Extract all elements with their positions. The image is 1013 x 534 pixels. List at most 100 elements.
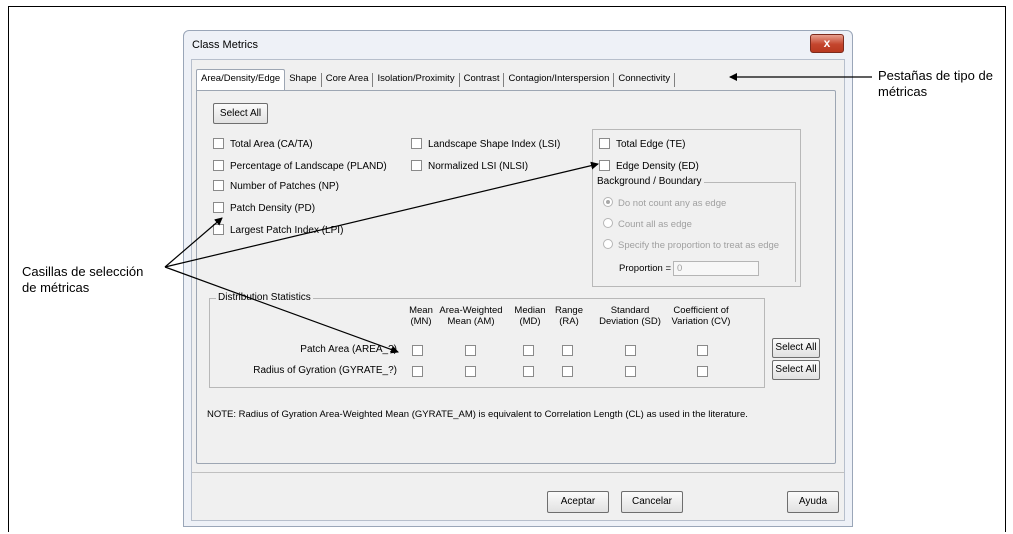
- tab-separator: [674, 73, 676, 87]
- radio-dot[interactable]: [603, 239, 613, 250]
- row-label-patch-area: Patch Area (AREA_?): [300, 344, 397, 355]
- column-header-area-weighted-mean: Area-Weighted Mean (AM): [438, 305, 504, 327]
- checkbox-area-md[interactable]: [523, 345, 534, 356]
- checkbox-label: Total Edge (TE): [616, 139, 686, 150]
- checkbox-box[interactable]: [599, 159, 610, 171]
- checkbox-gyrate-ra[interactable]: [562, 366, 573, 377]
- checkbox-callout: Casillas de selección de métricas: [22, 264, 143, 296]
- checkbox-label: Percentage of Landscape (PLAND): [230, 161, 387, 172]
- checkbox-area-am[interactable]: [465, 345, 476, 356]
- header-line: Mean: [409, 305, 433, 316]
- proportion-label: Proportion =: [619, 263, 672, 274]
- radio-label: Count all as edge: [618, 219, 692, 230]
- checkbox-label: Total Area (CA/TA): [230, 139, 313, 150]
- checkbox-pd[interactable]: Patch Density (PD): [213, 201, 316, 216]
- tab-core-area[interactable]: Core Area: [322, 70, 373, 89]
- tab-contagion-interspersion[interactable]: Contagion/Interspersion: [504, 70, 613, 89]
- tab-connectivity[interactable]: Connectivity: [614, 70, 674, 89]
- header-line: Standard: [610, 305, 650, 316]
- checkbox-label: Landscape Shape Index (LSI): [428, 139, 561, 150]
- dialog-client: Area/Density/Edge Shape Core Area Isolat…: [191, 59, 845, 521]
- help-button[interactable]: Ayuda: [787, 491, 839, 513]
- header-line: Mean (AM): [447, 316, 495, 327]
- accept-button[interactable]: Aceptar: [547, 491, 609, 513]
- radio-label: Specify the proportion to treat as edge: [618, 240, 780, 251]
- checkbox-box[interactable]: [411, 137, 422, 149]
- checkbox-box[interactable]: [213, 201, 224, 213]
- checkbox-nlsi[interactable]: Normalized LSI (NLSI): [411, 159, 528, 174]
- checkbox-area-mn[interactable]: [412, 345, 423, 356]
- column-header-coefficient-of-variation: Coefficient of Variation (CV): [665, 305, 737, 327]
- column-header-standard-deviation: Standard Deviation (SD): [594, 305, 666, 327]
- checkbox-area-cv[interactable]: [697, 345, 708, 356]
- checkbox-box[interactable]: [213, 137, 224, 149]
- radio-count-all[interactable]: Count all as edge: [603, 218, 692, 230]
- footer-divider: [192, 472, 844, 473]
- tabs-callout-line2: métricas: [878, 84, 928, 99]
- radio-label: Do not count any as edge: [618, 198, 727, 209]
- tab-isolation-proximity[interactable]: Isolation/Proximity: [373, 70, 458, 89]
- radio-dot[interactable]: [603, 218, 613, 229]
- header-line: Area-Weighted: [439, 305, 503, 316]
- select-all-button[interactable]: Select All: [213, 103, 268, 124]
- checkbox-np[interactable]: Number of Patches (NP): [213, 179, 339, 194]
- checkbox-lsi[interactable]: Landscape Shape Index (LSI): [411, 137, 561, 152]
- header-line: Coefficient of: [673, 305, 729, 316]
- checkbox-gyrate-mn[interactable]: [412, 366, 423, 377]
- column-header-median: Median (MD): [510, 305, 550, 327]
- checkbox-callout-line2: de métricas: [22, 280, 90, 295]
- header-line: (RA): [559, 316, 579, 327]
- checkbox-box[interactable]: [213, 159, 224, 171]
- select-all-patch-area-button[interactable]: Select All: [772, 338, 820, 358]
- cancel-button[interactable]: Cancelar: [621, 491, 683, 513]
- checkbox-label: Patch Density (PD): [230, 203, 316, 214]
- checkbox-label: Largest Patch Index (LPI): [230, 225, 344, 236]
- checkbox-gyrate-cv[interactable]: [697, 366, 708, 377]
- tab-panel-area-density-edge: Select All Total Area (CA/TA) Percentage…: [196, 90, 836, 464]
- tab-area-density-edge[interactable]: Area/Density/Edge: [196, 69, 286, 90]
- proportion-input[interactable]: 0: [673, 261, 759, 276]
- metric-type-tabs: Area/Density/Edge Shape Core Area Isolat…: [196, 69, 676, 90]
- class-metrics-dialog: Class Metrics x Area/Density/Edge Shape …: [183, 30, 853, 527]
- checkbox-box[interactable]: [213, 179, 224, 191]
- checkbox-lpi[interactable]: Largest Patch Index (LPI): [213, 223, 344, 238]
- close-button[interactable]: x: [810, 34, 844, 53]
- header-line: Deviation (SD): [599, 316, 661, 327]
- window-title: Class Metrics: [192, 39, 259, 51]
- header-line: (MD): [519, 316, 541, 327]
- tabs-callout-line1: Pestañas de tipo de: [878, 68, 993, 83]
- checkbox-area-ra[interactable]: [562, 345, 573, 356]
- radio-specify-proportion[interactable]: Specify the proportion to treat as edge: [603, 239, 780, 251]
- checkbox-box[interactable]: [411, 159, 422, 171]
- checkbox-box[interactable]: [599, 137, 610, 149]
- checkbox-gyrate-md[interactable]: [523, 366, 534, 377]
- radio-do-not-count[interactable]: Do not count any as edge: [603, 197, 727, 209]
- checkbox-gyrate-am[interactable]: [465, 366, 476, 377]
- header-line: Median: [514, 305, 546, 316]
- tab-contrast[interactable]: Contrast: [460, 70, 504, 89]
- background-boundary-legend: Background / Boundary: [595, 176, 704, 187]
- header-line: Range: [555, 305, 583, 316]
- select-all-gyration-button[interactable]: Select All: [772, 360, 820, 380]
- checkbox-edge-density[interactable]: Edge Density (ED): [599, 159, 699, 174]
- radio-dot[interactable]: [603, 197, 613, 208]
- column-header-mean: Mean (MN): [405, 305, 437, 327]
- checkbox-total-area[interactable]: Total Area (CA/TA): [213, 137, 313, 152]
- row-label-radius-of-gyration: Radius of Gyration (GYRATE_?): [253, 365, 397, 376]
- background-boundary-group: Background / Boundary Do not count any a…: [595, 176, 796, 282]
- checkbox-total-edge[interactable]: Total Edge (TE): [599, 137, 686, 152]
- distribution-statistics-legend: Distribution Statistics: [216, 292, 313, 303]
- header-line: Variation (CV): [671, 316, 731, 327]
- header-line: (MN): [410, 316, 432, 327]
- checkbox-callout-line1: Casillas de selección: [22, 264, 144, 279]
- checkbox-gyrate-sd[interactable]: [625, 366, 636, 377]
- note-text: NOTE: Radius of Gyration Area-Weighted M…: [207, 409, 748, 420]
- tabs-callout: Pestañas de tipo de métricas: [878, 68, 993, 100]
- checkbox-pland[interactable]: Percentage of Landscape (PLAND): [213, 159, 387, 174]
- title-bar: Class Metrics x: [184, 31, 852, 57]
- checkbox-label: Number of Patches (NP): [230, 181, 339, 192]
- checkbox-box[interactable]: [213, 223, 224, 235]
- tab-shape[interactable]: Shape: [285, 70, 320, 89]
- checkbox-label: Edge Density (ED): [616, 161, 699, 172]
- checkbox-area-sd[interactable]: [625, 345, 636, 356]
